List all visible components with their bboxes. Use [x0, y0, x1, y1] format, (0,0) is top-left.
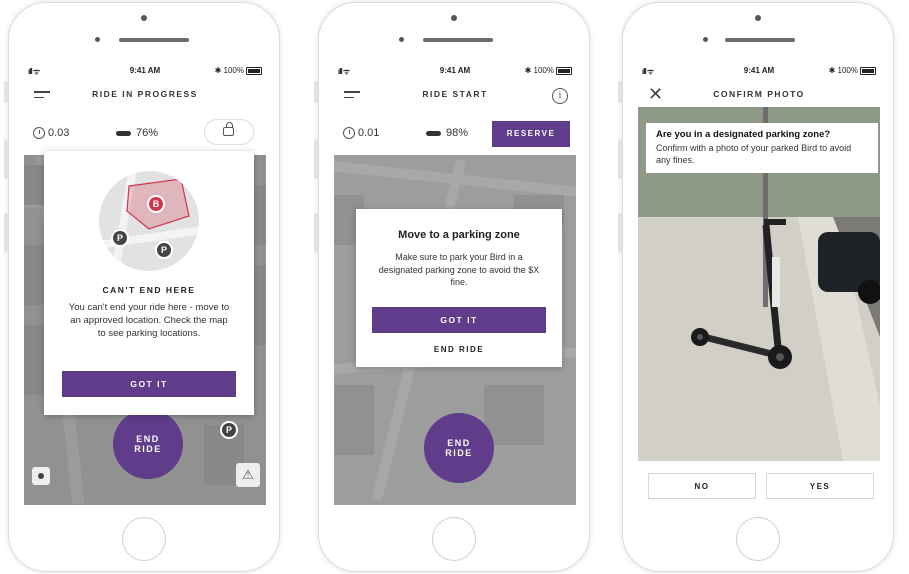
mute-switch — [314, 81, 318, 103]
front-camera — [755, 15, 761, 21]
parking-zone-modal: Move to a parking zone Make sure to park… — [356, 209, 562, 367]
sensor-dot — [95, 37, 100, 42]
status-bar: ıll ᯤ 9:41 AM ✱ 100% — [334, 61, 576, 79]
status-bar: ıll ᯤ 9:41 AM ✱ 100% — [638, 61, 880, 79]
page-title: RIDE IN PROGRESS — [92, 89, 198, 99]
page-title: CONFIRM PHOTO — [713, 89, 805, 99]
lock-button[interactable] — [204, 119, 254, 145]
scooter-location-pin: B — [149, 197, 163, 211]
got-it-button[interactable]: GOT IT — [62, 371, 236, 397]
end-ride-button[interactable]: END RIDE — [113, 409, 183, 479]
earpiece-speaker — [725, 38, 795, 42]
app-header: RIDE IN PROGRESS — [24, 79, 266, 109]
warning-icon: ⚠ — [242, 467, 254, 482]
app-header: ✕ CONFIRM PHOTO — [638, 79, 880, 107]
battery-level-icon — [116, 131, 131, 136]
volume-down-button — [4, 213, 8, 253]
volume-down-button — [314, 213, 318, 253]
clock-icon — [343, 127, 355, 139]
battery-icon — [860, 66, 876, 75]
info-icon[interactable]: i — [552, 88, 568, 104]
battery-icon — [246, 66, 262, 75]
parking-pin-b: P — [157, 243, 171, 257]
scooter-battery: 98% — [446, 127, 469, 139]
scooter-battery: 76% — [136, 127, 159, 139]
parking-pin-a: P — [113, 231, 127, 245]
page-title: RIDE START — [422, 89, 488, 99]
got-it-button[interactable]: GOT IT — [372, 307, 546, 333]
status-battery: ✱ 100% — [829, 66, 876, 75]
ride-distance: 0.01 — [358, 127, 380, 139]
status-battery: ✱ 100% — [525, 66, 572, 75]
phone-ride-start: ıll ᯤ 9:41 AM ✱ 100% RIDE START i 0.01 9… — [314, 2, 590, 572]
locate-button[interactable] — [32, 467, 50, 485]
parking-pin[interactable]: P — [222, 423, 236, 437]
yes-button[interactable]: YES — [766, 473, 874, 499]
earpiece-speaker — [119, 38, 189, 42]
volume-up-button — [314, 139, 318, 179]
front-camera — [451, 15, 457, 21]
tooltip-question: Are you in a designated parking zone? — [656, 129, 831, 140]
no-park-zone-shape — [126, 178, 190, 230]
screen: ıll ᯤ 9:41 AM ✱ 100% RIDE IN PROGRESS 0.… — [24, 61, 266, 505]
scooter-photo: Are you in a designated parking zone? Co… — [638, 107, 880, 461]
phone-ride-in-progress: ıll ᯤ 9:41 AM ✱ 100% RIDE IN PROGRESS 0.… — [4, 2, 280, 572]
ride-distance: 0.03 — [48, 127, 70, 139]
volume-up-button — [618, 139, 622, 179]
cant-end-modal: B P P CAN'T END HERE You can't end your … — [44, 151, 254, 415]
report-button[interactable]: ⚠ — [236, 463, 260, 487]
sensor-dot — [399, 37, 404, 42]
end-ride-text-button[interactable]: END RIDE — [356, 345, 562, 354]
ride-stats-bar: 0.03 76% — [24, 111, 266, 155]
modal-body: You can't end your ride here - move to a… — [68, 302, 230, 339]
sensor-dot — [703, 37, 708, 42]
battery-icon — [556, 66, 572, 75]
end-ride-button[interactable]: END RIDE — [424, 413, 494, 483]
reserve-button[interactable]: RESERVE — [492, 121, 570, 147]
home-button — [736, 517, 780, 561]
status-bar: ıll ᯤ 9:41 AM ✱ 100% — [24, 61, 266, 79]
front-camera — [141, 15, 147, 21]
screen: ıll ᯤ 9:41 AM ✱ 100% ✕ CONFIRM PHOTO Are… — [638, 61, 880, 505]
earpiece-speaker — [423, 38, 493, 42]
tooltip-detail: Confirm with a photo of your parked Bird… — [656, 143, 852, 165]
clock-icon — [33, 127, 45, 139]
ride-stats-bar: 0.01 98% RESERVE — [334, 111, 576, 155]
battery-level-icon — [426, 131, 441, 136]
home-button — [432, 517, 476, 561]
status-battery: ✱ 100% — [215, 66, 262, 75]
modal-title: Move to a parking zone — [398, 229, 520, 241]
home-button — [122, 517, 166, 561]
modal-body: Make sure to park your Bird in a designa… — [378, 252, 540, 287]
screen: ıll ᯤ 9:41 AM ✱ 100% RIDE START i 0.01 9… — [334, 61, 576, 505]
parking-zone-tooltip: Are you in a designated parking zone? Co… — [646, 123, 878, 173]
parking-zone-map: B P P — [99, 171, 199, 271]
location-icon — [38, 473, 44, 479]
no-button[interactable]: NO — [648, 473, 756, 499]
volume-down-button — [618, 213, 622, 253]
app-header: RIDE START i — [334, 79, 576, 109]
lock-icon — [223, 122, 234, 136]
phone-confirm-photo: ıll ᯤ 9:41 AM ✱ 100% ✕ CONFIRM PHOTO Are… — [618, 2, 894, 572]
volume-up-button — [4, 139, 8, 179]
modal-title: CAN'T END HERE — [102, 285, 196, 295]
mute-switch — [4, 81, 8, 103]
mute-switch — [618, 81, 622, 103]
